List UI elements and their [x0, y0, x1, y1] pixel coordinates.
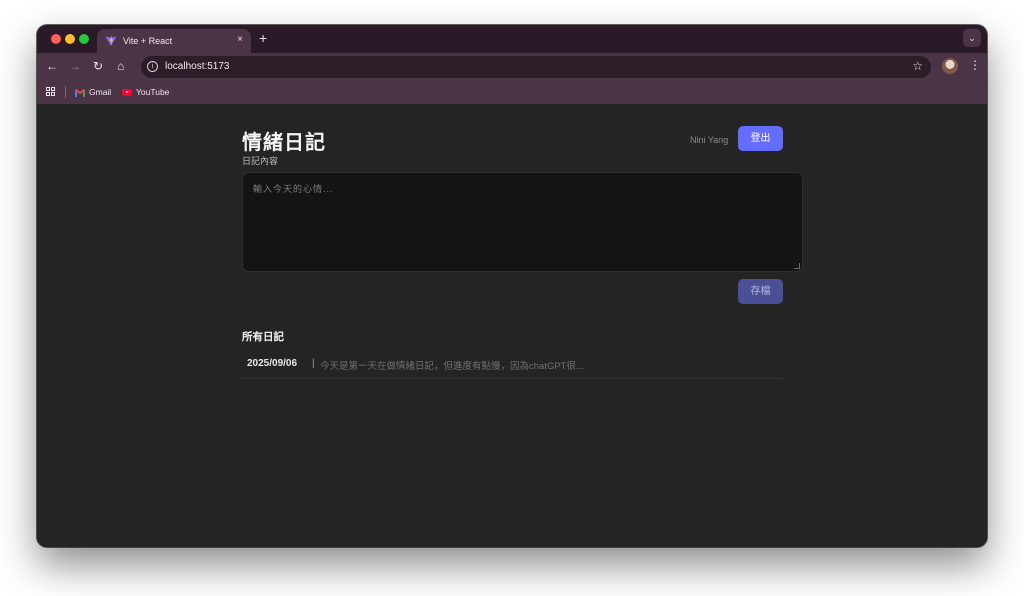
tab-vite-react[interactable]: Vite + React ×: [97, 29, 251, 53]
bookmarks-bar: Gmail YouTube: [37, 81, 987, 104]
entry-preview: 今天是第一天在做情緒日記，但進度有點慢，因為chatGPT很...: [320, 361, 584, 372]
diary-textarea[interactable]: 輸入今天的心情...: [242, 172, 803, 272]
list-item[interactable]: 2025/09/06 | 今天是第一天在做情緒日記，但進度有點慢，因為chatG…: [242, 351, 783, 379]
fullscreen-window-button[interactable]: [79, 34, 89, 44]
close-window-button[interactable]: [51, 34, 61, 44]
diary-list-title: 所有日記: [242, 331, 284, 343]
address-bar[interactable]: i localhost:5173 ☆: [141, 56, 931, 78]
bookmarks-divider: [65, 86, 66, 98]
plus-icon[interactable]: +: [259, 30, 267, 46]
browser-toolbar: ← → ↻ ⌂ i localhost:5173 ☆ ⋮: [37, 53, 987, 81]
entry-separator: |: [312, 358, 315, 369]
avatar[interactable]: [942, 58, 958, 74]
resize-handle-icon[interactable]: [794, 263, 800, 269]
bookmark-gmail[interactable]: Gmail: [75, 87, 111, 97]
editor-label: 日記內容: [242, 156, 279, 166]
browser-window: Vite + React × + ⌄ ← → ↻ ⌂ i localhost:5…: [37, 25, 987, 547]
bookmark-label: YouTube: [136, 87, 170, 97]
username: Nini Yang: [690, 135, 729, 145]
forward-icon[interactable]: →: [69, 59, 81, 73]
info-icon[interactable]: i: [147, 61, 158, 72]
minimize-window-button[interactable]: [65, 34, 75, 44]
url-text[interactable]: localhost:5173: [165, 61, 230, 72]
bookmark-label: Gmail: [89, 87, 112, 97]
page-title: 情緒日記: [242, 132, 326, 154]
diary-placeholder: 輸入今天的心情...: [253, 184, 334, 194]
app-page: 情緒日記 Nini Yang 登出 日記內容 輸入今天的心情... 存檔 所有日…: [37, 104, 987, 547]
back-icon[interactable]: ←: [46, 59, 58, 73]
chevron-down-icon[interactable]: ⌄: [963, 29, 981, 47]
logout-button[interactable]: 登出: [738, 126, 783, 151]
close-icon[interactable]: ×: [237, 34, 243, 45]
youtube-icon: [122, 89, 132, 97]
reload-icon[interactable]: ↻: [93, 59, 103, 73]
tab-bar: Vite + React × + ⌄: [37, 25, 987, 53]
vite-icon: [105, 35, 117, 46]
entry-date: 2025/09/06: [247, 358, 298, 369]
kebab-menu-icon[interactable]: ⋮: [969, 58, 981, 72]
bookmark-youtube[interactable]: YouTube: [122, 87, 169, 97]
gmail-icon: [75, 88, 85, 97]
tab-title: Vite + React: [123, 36, 173, 46]
apps-icon[interactable]: [46, 87, 56, 97]
save-button[interactable]: 存檔: [738, 279, 783, 304]
home-icon[interactable]: ⌂: [117, 59, 124, 73]
star-icon[interactable]: ☆: [912, 59, 923, 73]
